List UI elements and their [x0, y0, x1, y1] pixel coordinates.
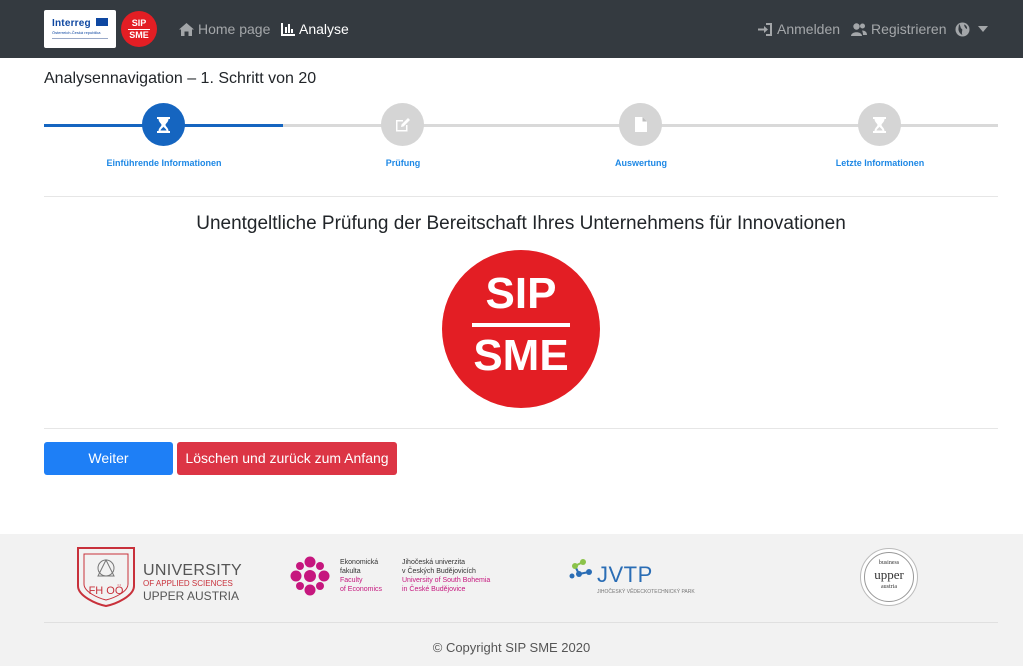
univ-line-2: v Českých Budějovicích — [402, 568, 476, 575]
analysis-stepper: Einführende Informationen Prüfung Auswer… — [44, 103, 998, 173]
sip-sme-logo-line1: SIP — [485, 269, 557, 318]
nav-login-link[interactable]: Anmelden — [758, 20, 840, 38]
jvtp-partner-logo[interactable]: JVTP JIHOČESKÝ VĚDECKOTECHNICKÝ PARK — [569, 556, 729, 604]
nav-home-link[interactable]: Home page — [179, 20, 270, 38]
bua-line2: upper — [874, 567, 904, 582]
univ-line-4: in České Budějovice — [402, 586, 466, 593]
nav-login-label: Anmelden — [777, 21, 841, 37]
fhooe-line3: UPPER AUSTRIA — [143, 589, 240, 603]
caret-down-icon — [978, 26, 988, 32]
edit-icon — [395, 118, 410, 132]
bar-chart-icon — [281, 22, 295, 36]
nav-analyse-link[interactable]: Analyse — [281, 20, 349, 38]
nav-analyse-label: Analyse — [299, 21, 349, 37]
fhooe-line2: OF APPLIED SCIENCES — [143, 579, 233, 588]
hourglass-icon — [157, 116, 170, 133]
file-icon — [634, 117, 647, 132]
footer-divider — [44, 622, 998, 623]
univ-line-1: Jihočeská univerzita — [402, 559, 466, 566]
ef-line-1: Ekonomická — [340, 559, 379, 566]
ef-line-2: fakulta — [340, 568, 361, 575]
sip-sme-brand-line2: SME — [129, 30, 149, 40]
analysis-navigation-heading: Analysennavigation – 1. Schritt von 20 — [44, 70, 317, 87]
hourglass-icon — [873, 116, 886, 133]
home-icon — [179, 22, 194, 36]
stepper-divider — [44, 196, 998, 197]
economics-faculty-partner-logo[interactable]: Ekonomická fakulta Faculty of Economics … — [288, 554, 518, 604]
nav-home-label: Home page — [198, 21, 271, 37]
reset-button[interactable]: Löschen und zurück zum Anfang — [177, 442, 397, 475]
step-2-label[interactable]: Prüfung — [303, 158, 503, 168]
sign-in-icon — [758, 22, 772, 36]
copyright-text: © Copyright SIP SME 2020 — [432, 640, 591, 655]
language-dropdown[interactable] — [955, 20, 992, 38]
step-4-label[interactable]: Letzte Informationen — [780, 158, 980, 168]
interreg-logo-subtitle: Österreich-Česká republika — [52, 30, 101, 35]
next-button[interactable]: Weiter — [44, 442, 173, 475]
jvtp-molecule-icon — [569, 559, 592, 579]
university-text: Jihočeská univerzita v Českých Budějovic… — [402, 558, 490, 594]
business-upper-austria-logo[interactable]: business upper austria — [860, 548, 918, 606]
fhooe-line1: UNIVERSITY — [143, 562, 243, 579]
step-3-label[interactable]: Auswertung — [541, 158, 741, 168]
bua-line3: austria — [881, 584, 897, 590]
fhooe-mark-text: FH OÖ — [89, 585, 124, 597]
step-1-label[interactable]: Einführende Informationen — [64, 158, 264, 168]
fhooe-partner-logo[interactable]: FH OÖ UNIVERSITY OF APPLIED SCIENCES UPP… — [76, 546, 246, 608]
globe-icon — [955, 22, 970, 36]
jvtp-name: JVTP — [597, 562, 653, 587]
ef-line-4: of Economics — [340, 586, 383, 593]
univ-line-3: University of South Bohemia — [402, 577, 491, 584]
bua-line1: business — [878, 560, 900, 566]
page-title: Unentgeltliche Prüfung der Bereitschaft … — [196, 213, 846, 234]
eu-flag-icon — [96, 18, 108, 26]
step-2-circle[interactable] — [381, 103, 424, 146]
ef-line-3: Faculty — [340, 577, 363, 584]
step-3-circle[interactable] — [619, 103, 662, 146]
step-1-circle[interactable] — [142, 103, 185, 146]
interreg-logo-divider — [52, 38, 108, 39]
nav-register-link[interactable]: Registrieren — [851, 20, 946, 38]
sip-sme-brand-logo[interactable]: SIP SME — [121, 11, 157, 47]
footer: FH OÖ UNIVERSITY OF APPLIED SCIENCES UPP… — [0, 534, 1023, 666]
sip-sme-brand-line1: SIP — [131, 18, 147, 28]
users-icon — [851, 22, 867, 36]
content-divider — [44, 428, 998, 429]
top-navbar: Interreg Österreich-Česká republika SIP … — [0, 0, 1023, 58]
economics-faculty-text: Ekonomická fakulta Faculty of Economics — [340, 558, 382, 594]
step-4-circle[interactable] — [858, 103, 901, 146]
interreg-logo-text: Interreg — [52, 18, 91, 29]
interreg-logo[interactable]: Interreg Österreich-Česká republika — [44, 10, 116, 48]
flower-logo-icon — [290, 556, 330, 596]
sip-sme-logo-line2: SME — [473, 331, 569, 380]
fhooe-shield-icon: FH OÖ — [77, 547, 135, 608]
sip-sme-logo: SIP SME — [442, 250, 600, 408]
jvtp-subtitle: JIHOČESKÝ VĚDECKOTECHNICKÝ PARK — [597, 589, 695, 595]
nav-register-label: Registrieren — [871, 21, 947, 37]
sip-sme-logo-bar — [472, 323, 570, 327]
